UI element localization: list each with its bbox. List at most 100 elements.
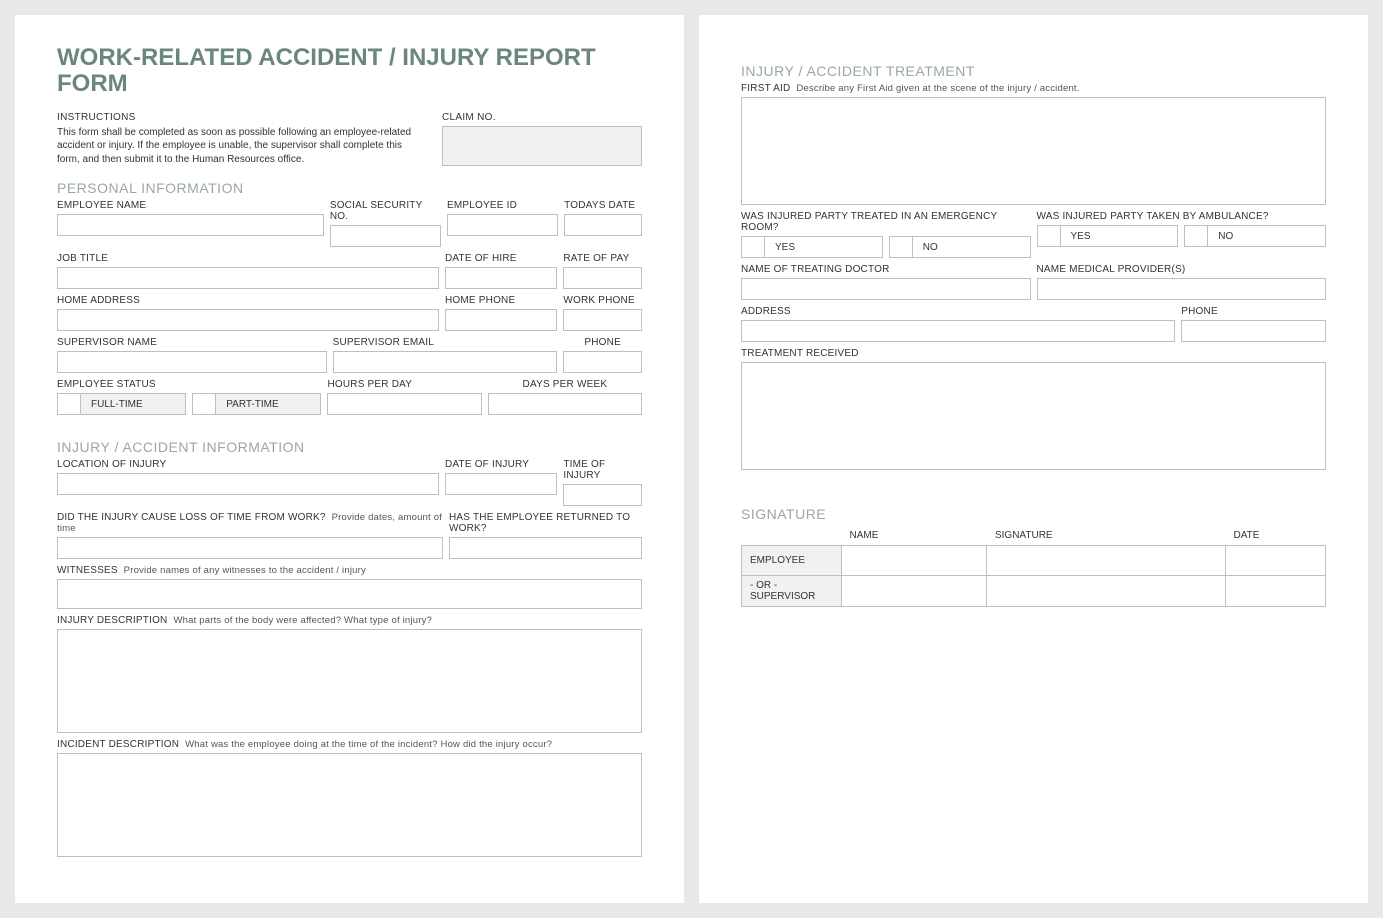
sig-date-header: DATE [1226, 526, 1326, 546]
section-personal: PERSONAL INFORMATION [57, 180, 642, 196]
ambulance-no-option[interactable]: NO [1184, 225, 1326, 247]
ambulance-yes-option[interactable]: YES [1037, 225, 1179, 247]
sig-name-header: NAME [842, 526, 987, 546]
full-time-option[interactable]: FULL-TIME [57, 393, 186, 415]
supervisor-name-label: SUPERVISOR NAME [57, 337, 327, 348]
sig-supervisor-name-input[interactable] [842, 576, 987, 607]
er-no-option[interactable]: NO [889, 236, 1031, 258]
ambulance-yes-label: YES [1061, 225, 1179, 247]
sig-signature-header: SIGNATURE [987, 526, 1226, 546]
section-signature: SIGNATURE [741, 506, 1326, 522]
time-of-injury-label: TIME OF INJURY [563, 459, 642, 481]
date-of-injury-label: DATE OF INJURY [445, 459, 557, 470]
part-time-checkbox[interactable] [192, 393, 216, 415]
er-question-label: WAS INJURED PARTY TREATED IN AN EMERGENC… [741, 211, 1031, 233]
days-per-week-input[interactable] [488, 393, 642, 415]
job-title-input[interactable] [57, 267, 439, 289]
instructions-label: INSTRUCTIONS [57, 112, 424, 123]
location-of-injury-label: LOCATION OF INJURY [57, 459, 439, 470]
sig-employee-row-label: EMPLOYEE [742, 546, 842, 576]
claim-no-input[interactable] [442, 126, 642, 166]
loss-of-time-input[interactable] [57, 537, 443, 559]
sig-employee-name-input[interactable] [842, 546, 987, 576]
page-2: INJURY / ACCIDENT TREATMENT FIRST AID De… [699, 15, 1368, 903]
ssn-label: SOCIAL SECURITY NO. [330, 200, 441, 222]
claim-no-label: CLAIM NO. [442, 112, 642, 123]
witnesses-label: WITNESSES Provide names of any witnesses… [57, 565, 642, 576]
part-time-label: PART-TIME [216, 393, 321, 415]
form-title: WORK-RELATED ACCIDENT / INJURY REPORT FO… [57, 45, 642, 98]
injury-desc-input[interactable] [57, 629, 642, 733]
employee-id-label: EMPLOYEE ID [447, 200, 558, 211]
ambulance-question-label: WAS INJURED PARTY TAKEN BY AMBULANCE? [1037, 211, 1327, 222]
returned-label: HAS THE EMPLOYEE RETURNED TO WORK? [449, 512, 642, 534]
ambulance-yes-checkbox[interactable] [1037, 225, 1061, 247]
sig-supervisor-signature-input[interactable] [987, 576, 1226, 607]
section-injury-info: INJURY / ACCIDENT INFORMATION [57, 439, 642, 455]
home-address-label: HOME ADDRESS [57, 295, 439, 306]
ambulance-no-label: NO [1208, 225, 1326, 247]
hours-per-day-label: HOURS PER DAY [327, 379, 481, 390]
er-yes-checkbox[interactable] [741, 236, 765, 258]
treatment-received-label: TREATMENT RECEIVED [741, 348, 1326, 359]
signature-table: NAME SIGNATURE DATE EMPLOYEE - OR - SUPE… [741, 526, 1326, 607]
incident-desc-input[interactable] [57, 753, 642, 857]
employee-name-input[interactable] [57, 214, 324, 236]
provider-phone-label: PHONE [1181, 306, 1326, 317]
hours-per-day-input[interactable] [327, 393, 481, 415]
injury-desc-label: INJURY DESCRIPTION What parts of the bod… [57, 615, 642, 626]
first-aid-label: FIRST AID Describe any First Aid given a… [741, 83, 1326, 94]
first-aid-input[interactable] [741, 97, 1326, 205]
home-phone-label: HOME PHONE [445, 295, 557, 306]
supervisor-name-input[interactable] [57, 351, 327, 373]
sig-supervisor-date-input[interactable] [1226, 576, 1326, 607]
date-of-hire-label: DATE OF HIRE [445, 253, 557, 264]
sig-employee-date-input[interactable] [1226, 546, 1326, 576]
returned-input[interactable] [449, 537, 642, 559]
incident-desc-label: INCIDENT DESCRIPTION What was the employ… [57, 739, 642, 750]
employee-id-input[interactable] [447, 214, 558, 236]
provider-address-label: ADDRESS [741, 306, 1175, 317]
treating-doctor-input[interactable] [741, 278, 1031, 300]
provider-phone-input[interactable] [1181, 320, 1326, 342]
employee-status-label: EMPLOYEE STATUS [57, 379, 321, 390]
medical-providers-label: NAME MEDICAL PROVIDER(S) [1037, 264, 1327, 275]
er-no-checkbox[interactable] [889, 236, 913, 258]
full-time-label: FULL-TIME [81, 393, 186, 415]
ambulance-no-checkbox[interactable] [1184, 225, 1208, 247]
location-of-injury-input[interactable] [57, 473, 439, 495]
days-per-week-label: DAYS PER WEEK [488, 379, 642, 390]
supervisor-phone-input[interactable] [563, 351, 642, 373]
treating-doctor-label: NAME OF TREATING DOCTOR [741, 264, 1031, 275]
ssn-input[interactable] [330, 225, 441, 247]
supervisor-email-label: SUPERVISOR EMAIL [333, 337, 558, 348]
part-time-option[interactable]: PART-TIME [192, 393, 321, 415]
todays-date-input[interactable] [564, 214, 642, 236]
provider-address-input[interactable] [741, 320, 1175, 342]
rate-of-pay-label: RATE OF PAY [563, 253, 642, 264]
sig-supervisor-row-label: - OR - SUPERVISOR [742, 576, 842, 607]
work-phone-input[interactable] [563, 309, 642, 331]
treatment-received-input[interactable] [741, 362, 1326, 470]
er-yes-option[interactable]: YES [741, 236, 883, 258]
instructions-text: This form shall be completed as soon as … [57, 126, 424, 167]
work-phone-label: WORK PHONE [563, 295, 642, 306]
medical-providers-input[interactable] [1037, 278, 1327, 300]
sig-employee-signature-input[interactable] [987, 546, 1226, 576]
home-address-input[interactable] [57, 309, 439, 331]
page-1: WORK-RELATED ACCIDENT / INJURY REPORT FO… [15, 15, 684, 903]
time-of-injury-input[interactable] [563, 484, 642, 506]
date-of-hire-input[interactable] [445, 267, 557, 289]
witnesses-input[interactable] [57, 579, 642, 609]
full-time-checkbox[interactable] [57, 393, 81, 415]
rate-of-pay-input[interactable] [563, 267, 642, 289]
employee-name-label: EMPLOYEE NAME [57, 200, 324, 211]
home-phone-input[interactable] [445, 309, 557, 331]
supervisor-email-input[interactable] [333, 351, 558, 373]
date-of-injury-input[interactable] [445, 473, 557, 495]
job-title-label: JOB TITLE [57, 253, 439, 264]
er-yes-label: YES [765, 236, 883, 258]
section-treatment: INJURY / ACCIDENT TREATMENT [741, 63, 1326, 79]
todays-date-label: TODAYS DATE [564, 200, 642, 211]
loss-of-time-label: DID THE INJURY CAUSE LOSS OF TIME FROM W… [57, 512, 443, 534]
